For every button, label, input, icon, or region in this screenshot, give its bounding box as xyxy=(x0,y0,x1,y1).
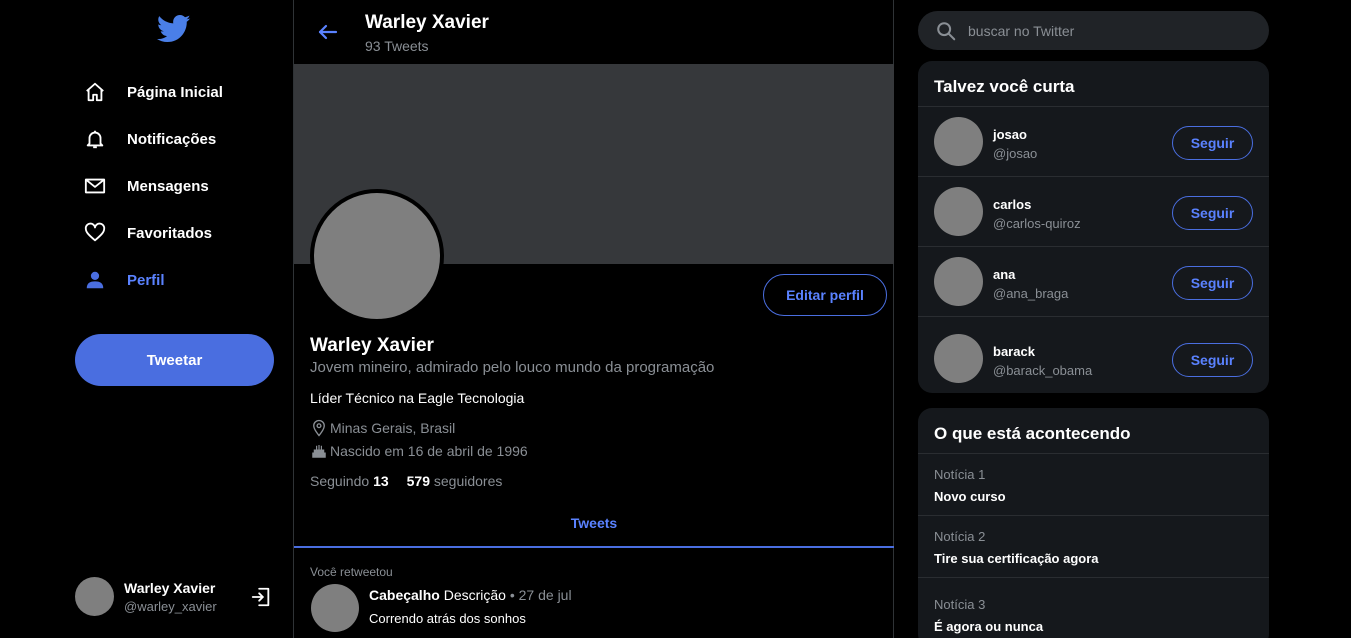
profile-birth-text: Nascido em 16 de abril de 1996 xyxy=(330,443,528,459)
following-count: 13 xyxy=(373,473,389,489)
following-label: Seguindo xyxy=(310,473,370,489)
account-name: Warley Xavier xyxy=(124,580,216,596)
trend-label: Notícia 1 xyxy=(934,467,986,482)
nav-notifications[interactable]: Notificações xyxy=(84,124,216,154)
suggestion-handle: @barack_obama xyxy=(993,363,1093,378)
suggestion-name: carlos xyxy=(993,197,1032,212)
tweet-author[interactable]: Cabeçalho xyxy=(369,587,440,603)
trend-item[interactable]: Notícia 2 Tire sua certificação agora xyxy=(918,515,1269,577)
profile-avatar[interactable] xyxy=(310,189,444,323)
suggestion-item[interactable]: josao @josao Seguir xyxy=(918,106,1269,176)
retweet-note: Você retweetou xyxy=(310,565,393,579)
avatar xyxy=(934,117,983,166)
right-sidebar: Talvez você curta josao @josao Seguir ca… xyxy=(918,0,1269,638)
tab-tweets[interactable]: Tweets xyxy=(294,500,894,548)
profile-role: Líder Técnico na Eagle Tecnologia xyxy=(310,390,525,406)
heart-icon xyxy=(84,222,106,242)
suggestion-name: josao xyxy=(993,127,1027,142)
followers-label: seguidores xyxy=(433,473,503,489)
profile-birth: Nascido em 16 de abril de 1996 xyxy=(310,442,528,460)
trend-item[interactable]: Notícia 3 É agora ou nunca xyxy=(918,577,1269,638)
tweet-description: Descrição xyxy=(443,587,506,603)
suggestion-handle: @josao xyxy=(993,146,1038,161)
trend-item[interactable]: Notícia 1 Novo curso xyxy=(918,453,1269,515)
location-pin-icon xyxy=(313,419,325,437)
avatar xyxy=(934,187,983,236)
suggestion-item[interactable]: ana @ana_braga Seguir xyxy=(918,246,1269,316)
edit-profile-button[interactable]: Editar perfil xyxy=(763,274,887,316)
tweet-button[interactable]: Tweetar xyxy=(75,334,274,386)
trend-title: É agora ou nunca xyxy=(934,619,1044,634)
followers-count: 579 xyxy=(406,473,430,489)
profile-location-text: Minas Gerais, Brasil xyxy=(330,420,456,436)
suggestion-handle: @ana_braga xyxy=(993,286,1069,301)
profile-column: Warley Xavier 93 Tweets Editar perfil Wa… xyxy=(293,0,894,638)
follow-stats: Seguindo 13 579 seguidores xyxy=(310,473,520,489)
following-link[interactable]: Seguindo 13 xyxy=(310,473,389,489)
nav-profile-label: Perfil xyxy=(127,271,165,289)
suggestion-name: barack xyxy=(993,344,1035,359)
nav-messages[interactable]: Mensagens xyxy=(84,171,209,201)
tweet-date[interactable]: 27 de jul xyxy=(519,587,572,603)
header-tweet-count: 93 Tweets xyxy=(365,38,429,54)
left-sidebar: Página Inicial Notificações Mensagens Fa… xyxy=(0,0,293,638)
follow-button[interactable]: Seguir xyxy=(1172,343,1253,377)
trend-title: Tire sua certificação agora xyxy=(934,551,1099,566)
follow-button[interactable]: Seguir xyxy=(1172,266,1253,300)
tweet-text: Correndo atrás dos sonhos xyxy=(369,611,526,626)
avatar xyxy=(934,257,983,306)
followers-link[interactable]: 579 seguidores xyxy=(407,473,503,489)
avatar xyxy=(75,577,114,616)
nav-home[interactable]: Página Inicial xyxy=(84,77,223,107)
suggestions-title: Talvez você curta xyxy=(934,77,1075,96)
trend-label: Notícia 3 xyxy=(934,597,986,612)
search-input[interactable] xyxy=(968,20,1248,42)
trend-label: Notícia 2 xyxy=(934,529,986,544)
follow-button[interactable]: Seguir xyxy=(1172,196,1253,230)
trend-title: Novo curso xyxy=(934,489,1006,504)
account-handle: @warley_xavier xyxy=(124,599,217,614)
trends-title: O que está acontecendo xyxy=(934,424,1131,443)
search-icon xyxy=(937,22,956,41)
profile-bio: Jovem mineiro, admirado pelo louco mundo… xyxy=(310,359,715,376)
follow-button[interactable]: Seguir xyxy=(1172,126,1253,160)
profile-location: Minas Gerais, Brasil xyxy=(310,419,455,437)
cake-icon xyxy=(312,445,326,458)
tweet-header: Cabeçalho Descrição • 27 de jul xyxy=(369,587,572,603)
user-icon xyxy=(86,271,104,289)
tweet-separator: • xyxy=(509,587,515,603)
suggestion-item[interactable]: barack @barack_obama Seguir xyxy=(918,316,1269,393)
suggestion-name: ana xyxy=(993,267,1016,282)
trends-card: O que está acontecendo Notícia 1 Novo cu… xyxy=(918,408,1269,638)
home-icon xyxy=(86,82,104,102)
search-bar[interactable] xyxy=(918,11,1269,50)
suggestion-item[interactable]: carlos @carlos-quiroz Seguir xyxy=(918,176,1269,246)
suggestions-card: Talvez você curta josao @josao Seguir ca… xyxy=(918,61,1269,393)
logout-icon[interactable] xyxy=(250,586,272,608)
suggestion-handle: @carlos-quiroz xyxy=(993,216,1081,231)
app-frame: Página Inicial Notificações Mensagens Fa… xyxy=(0,0,1351,638)
nav-notifications-label: Notificações xyxy=(127,130,217,148)
nav-home-label: Página Inicial xyxy=(127,83,223,101)
nav-profile[interactable]: Perfil xyxy=(84,265,165,295)
twitter-bird-icon[interactable] xyxy=(157,14,191,44)
mail-icon xyxy=(84,178,106,194)
profile-name: Warley Xavier xyxy=(310,335,434,356)
profile-header: Warley Xavier 93 Tweets xyxy=(294,0,894,64)
header-name: Warley Xavier xyxy=(365,12,489,33)
nav-messages-label: Mensagens xyxy=(127,177,209,195)
back-arrow-icon[interactable] xyxy=(316,20,340,44)
avatar xyxy=(934,334,983,383)
avatar[interactable] xyxy=(311,584,359,632)
nav-favorites[interactable]: Favoritados xyxy=(84,218,212,248)
bell-icon xyxy=(86,130,104,149)
nav-favorites-label: Favoritados xyxy=(127,224,213,242)
